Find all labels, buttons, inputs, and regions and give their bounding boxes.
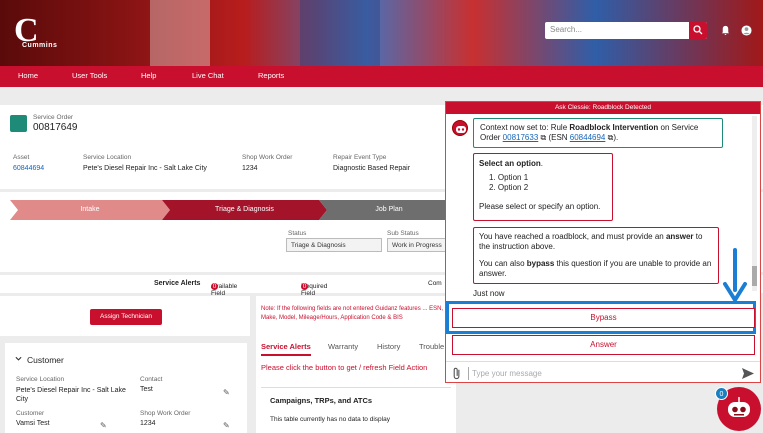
campaigns-title: Campaigns, TRPs, and ATCs [270,396,373,405]
tab-warranty[interactable]: Warranty [328,342,358,351]
shop-work-order-label: Shop Work Order [242,154,293,161]
alerts-more[interactable]: Com [428,280,442,287]
path-step-triage[interactable]: Triage & Diagnosis [162,200,327,220]
clessie-chat-panel: Ask Clessie: Roadblock Detected Context … [445,101,761,383]
chat-input-row: Type your message [446,361,760,384]
tab-history[interactable]: History [377,342,400,351]
send-icon[interactable] [742,368,754,379]
nav-home[interactable]: Home [18,71,38,80]
edit-shop-work-order-icon[interactable]: ✎ [223,421,230,430]
cummins-logo[interactable]: C Cummins [14,14,64,54]
chevron-down-icon[interactable] [15,356,22,362]
context-message: Context now set to: Rule Roadblock Inter… [473,118,723,148]
missing-fields-note: Note: If the following fields are not en… [261,306,444,321]
alerts-title: Service Alerts [154,280,201,287]
service-order-link[interactable]: 00817633 [503,133,539,142]
input-divider [468,367,469,380]
bypass-button[interactable]: Bypass [452,308,755,328]
path-step-intake[interactable]: Intake [10,200,170,220]
path-step-job-plan[interactable]: Job Plan [319,200,459,220]
select-option-message: Select an option. 1. Option 1 2. Option … [473,153,613,221]
nav-live-chat[interactable]: Live Chat [192,71,224,80]
asset-label: Asset [13,154,30,161]
paperclip-icon[interactable] [452,367,462,380]
customer-value: Vamsi Test [16,420,50,427]
status-label: Status [288,230,307,237]
esn-link[interactable]: 60844694 [570,133,606,142]
bell-icon[interactable] [720,25,731,36]
required-count-badge: 0 [301,283,308,290]
customer-service-location-label: Service Location [16,376,65,383]
service-location-value: Pete's Diesel Repair Inc - Salt Lake Cit… [83,165,207,172]
chat-scrollbar[interactable] [752,116,757,291]
customer-shop-work-order-value: 1234 [140,420,156,427]
nav-reports[interactable]: Reports [258,71,284,80]
edit-customer-icon[interactable]: ✎ [100,421,107,430]
tab-service-alerts[interactable]: Service Alerts [261,342,311,356]
search-icon [693,25,703,35]
notification-badge: 0 [715,387,728,400]
service-alerts-bar: Service Alerts Available Field Actions 0… [154,280,442,311]
search-input[interactable]: Search... [545,22,707,39]
chat-header: Ask Clessie: Roadblock Detected [446,102,760,114]
nav-help[interactable]: Help [141,71,156,80]
assign-technician-button[interactable]: Assign Technician [90,309,162,325]
contact-value: Test [140,386,153,393]
service-location-label: Service Location [83,154,132,161]
chat-message-input[interactable]: Type your message [472,369,542,378]
repair-event-type-value: Diagnostic Based Repair [333,165,411,172]
substatus-select[interactable]: Work in Progress [387,238,447,252]
answer-button[interactable]: Answer [452,335,755,355]
clessie-avatar-icon [452,120,468,136]
customer-section-title: Customer [27,355,64,365]
header-graphic [300,0,380,66]
roadblock-message: You have reached a roadblock, and must p… [473,227,719,284]
clessie-fab-button[interactable]: 0 [715,387,761,431]
main-nav: Home User Tools Help Live Chat Reports [0,66,763,87]
arrow-down-annotation-icon [723,248,747,302]
robot-icon [728,397,750,417]
refresh-field-action-message: Please click the button to get / refresh… [261,363,428,372]
service-order-label: Service Order [33,114,74,121]
available-count-badge: 0 [211,283,218,290]
option-1[interactable]: 1. Option 1 [489,173,607,183]
header-graphic [150,0,210,66]
status-select[interactable]: Triage & Diagnosis [286,238,382,252]
contact-label: Contact [140,376,163,383]
search-button[interactable] [689,22,707,39]
message-timestamp: Just now [473,289,505,299]
tab-trouble[interactable]: Trouble [419,342,444,351]
customer-label: Customer [16,410,45,417]
customer-shop-work-order-label: Shop Work Order [140,410,191,417]
asset-link[interactable]: 60844694 [13,165,44,172]
shop-work-order-value: 1234 [242,165,258,172]
campaigns-empty: This table currently has no data to disp… [270,416,390,423]
service-order-number: 00817649 [33,122,78,133]
service-order-icon [10,115,27,132]
customer-service-location-value: Pete's Diesel Repair Inc - Salt Lake Cit… [16,387,126,403]
option-2[interactable]: 2. Option 2 [489,183,607,193]
scrollbar-thumb[interactable] [752,266,757,286]
app-header: C Cummins Search... [0,0,763,66]
repair-event-type-label: Repair Event Type [333,154,387,161]
campaigns-card [261,387,451,433]
nav-user-tools[interactable]: User Tools [72,71,107,80]
substatus-label: Sub Status [387,230,419,237]
edit-contact-icon[interactable]: ✎ [223,388,230,397]
user-avatar-icon[interactable] [741,25,752,36]
